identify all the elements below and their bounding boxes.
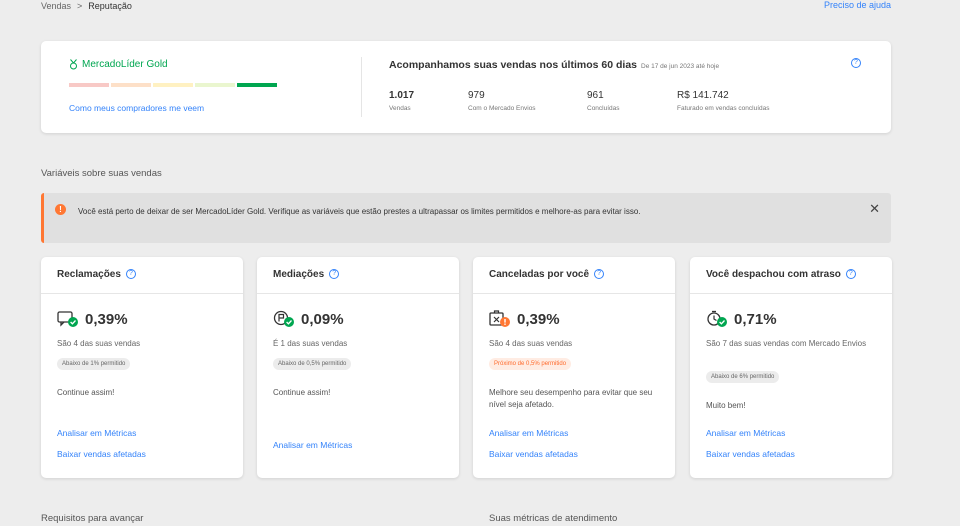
card-title: Reclamações: [57, 269, 121, 280]
card-title: Você despachou com atraso: [706, 269, 841, 280]
stat-value: 961: [587, 90, 604, 101]
thermometer-segment-4: [195, 83, 235, 87]
metric: 0,71%: [706, 310, 777, 328]
level-name: MercadoLíder Gold: [82, 59, 168, 70]
stat-concluidas: 961 Concluídas: [587, 90, 620, 112]
metric: 0,39%: [57, 310, 128, 328]
stat-faturado: R$ 141.742 Faturado em vendas concluídas: [677, 90, 770, 112]
metric-value: 0,71%: [734, 310, 777, 328]
stat-label: Com o Mercado Envios: [468, 105, 536, 112]
card-header: Canceladas por você ?: [473, 257, 675, 294]
metric: 0,09%: [273, 310, 344, 328]
stat-label: Vendas: [389, 105, 411, 112]
card-mediacoes: Mediações ? 0,09% É 1 das suas vendas Ab…: [257, 257, 459, 478]
stat-vendas: 1.017 Vendas: [389, 90, 414, 112]
metric-description: São 7 das suas vendas com Mercado Envios: [706, 339, 867, 348]
summary-divider: [361, 57, 362, 117]
card-header: Você despachou com atraso ?: [690, 257, 892, 294]
chat-check-icon: [57, 311, 78, 327]
timer-check-icon: [707, 310, 727, 327]
limit-badge: Abaixo de 0,5% permitido: [273, 358, 352, 370]
period-title-text: Acompanhamos suas vendas nos últimos 60 …: [389, 59, 637, 71]
breadcrumb-current: Reputação: [88, 1, 132, 11]
reputation-summary-card: MercadoLíder Gold Como meus compradores …: [41, 41, 891, 133]
limit-badge: Próximo de 0,5% permitido: [489, 358, 572, 370]
medal-icon: [70, 59, 77, 70]
stat-value: 1.017: [389, 90, 415, 101]
thermometer-segment-5: [237, 83, 277, 87]
limit-badge: Abaixo de 6% permitido: [706, 371, 780, 383]
thermometer-segment-1: [69, 83, 109, 87]
metric-value: 0,09%: [301, 310, 344, 328]
metric: 0,39%: [489, 310, 560, 328]
stat-value: R$ 141.742: [677, 90, 729, 101]
thermometer-segment-2: [111, 83, 151, 87]
advice-text: Muito bem!: [706, 401, 746, 410]
limit-badge: Abaixo de 1% permitido: [57, 358, 131, 370]
download-affected-sales-link[interactable]: Baixar vendas afetadas: [489, 449, 578, 459]
help-icon[interactable]: ?: [845, 269, 856, 279]
card-reclamacoes: Reclamações ? 0,39% São 4 das suas venda…: [41, 257, 243, 478]
stat-label: Concluídas: [587, 105, 620, 112]
analyze-metrics-link[interactable]: Analisar em Métricas: [706, 428, 785, 438]
metric-value: 0,39%: [85, 310, 128, 328]
mediation-check-icon: [273, 310, 294, 327]
level-label: MercadoLíder Gold: [69, 59, 168, 70]
close-icon[interactable]: ✕: [869, 201, 880, 217]
warning-icon: !: [55, 204, 66, 215]
analyze-metrics-link[interactable]: Analisar em Métricas: [57, 428, 136, 438]
breadcrumb-vendas[interactable]: Vendas: [41, 1, 71, 11]
thermometer-segment-3: [153, 83, 193, 87]
card-title: Mediações: [273, 269, 325, 280]
stat-label: Faturado em vendas concluídas: [677, 105, 770, 112]
breadcrumb-separator: >: [77, 1, 83, 11]
buyer-view-link[interactable]: Como meus compradores me veem: [69, 103, 204, 113]
cancelled-package-warning-icon: [489, 310, 510, 327]
metric-description: É 1 das suas vendas: [273, 339, 348, 348]
metric-description: São 4 das suas vendas: [489, 339, 573, 348]
variables-section-title: Variáveis sobre suas vendas: [41, 168, 162, 179]
requirements-section-title: Requisitos para avançar: [41, 513, 144, 524]
card-title: Canceladas por você: [489, 269, 590, 280]
alert-message: Você está perto de deixar de ser Mercado…: [78, 207, 641, 216]
breadcrumb: Vendas > Reputação: [41, 1, 132, 11]
warning-alert: ! Você está perto de deixar de ser Merca…: [41, 193, 891, 243]
card-header: Reclamações ?: [41, 257, 243, 294]
metric-value: 0,39%: [517, 310, 560, 328]
reputation-thermometer: [69, 83, 277, 87]
help-link[interactable]: Preciso de ajuda: [824, 0, 891, 10]
metric-description: São 4 das suas vendas: [57, 339, 141, 348]
download-affected-sales-link[interactable]: Baixar vendas afetadas: [57, 449, 146, 459]
period-title: Acompanhamos suas vendas nos últimos 60 …: [389, 59, 719, 71]
help-icon[interactable]: ?: [125, 269, 136, 279]
card-header: Mediações ?: [257, 257, 459, 294]
advice-text: Melhore seu desempenho para evitar que s…: [489, 388, 653, 409]
download-affected-sales-link[interactable]: Baixar vendas afetadas: [706, 449, 795, 459]
help-icon[interactable]: ?: [594, 269, 605, 279]
help-icon[interactable]: ?: [329, 269, 340, 279]
analyze-metrics-link[interactable]: Analisar em Métricas: [273, 440, 352, 450]
stat-mercado-envios: 979 Com o Mercado Envios: [468, 90, 536, 112]
card-canceladas: Canceladas por você ? 0,39% São 4 das su…: [473, 257, 675, 478]
period-range: De 17 de jun 2023 até hoje: [641, 63, 720, 70]
service-metrics-section-title: Suas métricas de atendimento: [489, 513, 618, 524]
card-despachou-atraso: Você despachou com atraso ? 0,71% São 7 …: [690, 257, 892, 478]
advice-text: Continue assim!: [57, 388, 115, 397]
advice-text: Continue assim!: [273, 388, 331, 397]
stat-value: 979: [468, 90, 485, 101]
period-help-icon[interactable]: ?: [851, 58, 861, 68]
analyze-metrics-link[interactable]: Analisar em Métricas: [489, 428, 568, 438]
